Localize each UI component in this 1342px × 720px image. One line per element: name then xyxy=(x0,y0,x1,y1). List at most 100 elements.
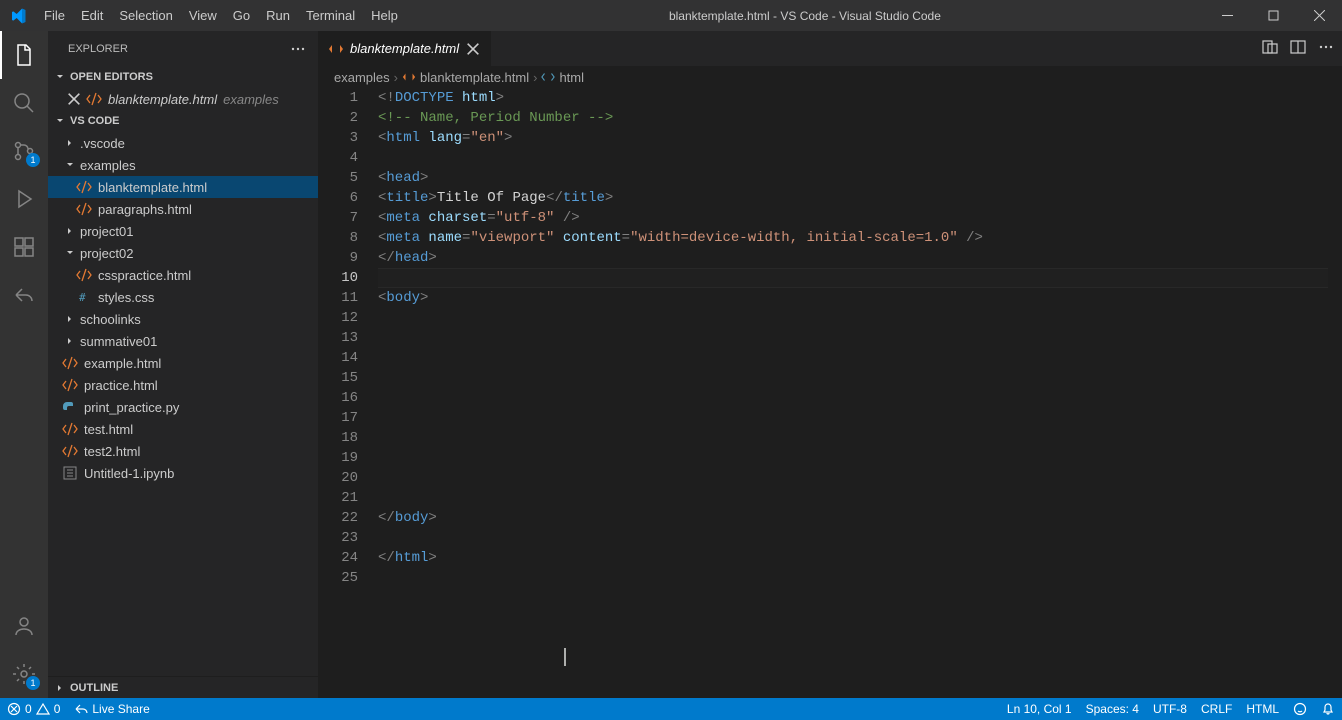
close-icon[interactable] xyxy=(66,91,82,107)
vscode-logo-icon xyxy=(10,8,26,24)
chevron-right-icon xyxy=(62,223,78,239)
folder-item[interactable]: project02 xyxy=(48,242,318,264)
status-liveshare[interactable]: Live Share xyxy=(67,698,156,720)
minimap[interactable] xyxy=(1328,88,1342,698)
folder-item[interactable]: schoolinks xyxy=(48,308,318,330)
html-file-icon xyxy=(402,70,416,84)
menu-selection[interactable]: Selection xyxy=(111,0,180,31)
breadcrumb-folder[interactable]: examples xyxy=(334,70,390,85)
html-file-icon xyxy=(76,267,92,283)
html-file-icon xyxy=(76,179,92,195)
breadcrumb-file[interactable]: blanktemplate.html xyxy=(420,70,529,85)
html-file-icon xyxy=(86,91,102,107)
status-position[interactable]: Ln 10, Col 1 xyxy=(1000,698,1079,720)
folder-item[interactable]: summative01 xyxy=(48,330,318,352)
file-item[interactable]: blanktemplate.html xyxy=(48,176,318,198)
close-button[interactable] xyxy=(1296,0,1342,31)
split-editor-icon[interactable] xyxy=(1290,39,1306,58)
status-problems[interactable]: 0 0 xyxy=(0,698,67,720)
css-file-icon: # xyxy=(76,289,92,305)
file-item[interactable]: csspractice.html xyxy=(48,264,318,286)
status-indent[interactable]: Spaces: 4 xyxy=(1079,698,1146,720)
scm-badge: 1 xyxy=(26,153,40,167)
settings-gear-icon[interactable]: 1 xyxy=(0,650,48,698)
file-item[interactable]: practice.html xyxy=(48,374,318,396)
editor-area: blanktemplate.html examples › blanktempl… xyxy=(318,31,1342,698)
status-feedback-icon[interactable] xyxy=(1286,698,1314,720)
html-file-icon xyxy=(62,355,78,371)
open-preview-icon[interactable] xyxy=(1262,39,1278,58)
outline-section[interactable]: OUTLINE xyxy=(48,676,318,698)
menu-terminal[interactable]: Terminal xyxy=(298,0,363,31)
html-file-icon xyxy=(76,201,92,217)
status-encoding[interactable]: UTF-8 xyxy=(1146,698,1194,720)
status-language[interactable]: HTML xyxy=(1239,698,1286,720)
sidebar-more-icon[interactable] xyxy=(290,41,306,57)
menu-edit[interactable]: Edit xyxy=(73,0,111,31)
status-bar: 0 0 Live Share Ln 10, Col 1 Spaces: 4 UT… xyxy=(0,698,1342,720)
chevron-down-icon xyxy=(52,113,68,129)
folder-item[interactable]: examples xyxy=(48,154,318,176)
chevron-right-icon xyxy=(62,135,78,151)
file-item[interactable]: test2.html xyxy=(48,440,318,462)
breadcrumb-symbol[interactable]: html xyxy=(559,70,584,85)
search-icon[interactable] xyxy=(0,79,48,127)
line-gutter: 1234567891011121314151617181920212223242… xyxy=(318,88,378,698)
settings-badge: 1 xyxy=(26,676,40,690)
open-editors-section[interactable]: OPEN EDITORS xyxy=(48,66,318,88)
file-item[interactable]: paragraphs.html xyxy=(48,198,318,220)
window-controls xyxy=(1204,0,1342,31)
html-file-icon xyxy=(62,421,78,437)
status-bell-icon[interactable] xyxy=(1314,698,1342,720)
chevron-right-icon xyxy=(62,333,78,349)
explorer-icon[interactable] xyxy=(0,31,48,79)
status-eol[interactable]: CRLF xyxy=(1194,698,1239,720)
menu-file[interactable]: File xyxy=(36,0,73,31)
file-tree: .vscodeexamplesblanktemplate.htmlparagra… xyxy=(48,132,318,676)
folder-item[interactable]: project01 xyxy=(48,220,318,242)
extensions-icon[interactable] xyxy=(0,223,48,271)
tab-active[interactable]: blanktemplate.html xyxy=(318,31,492,66)
title-bar: FileEditSelectionViewGoRunTerminalHelp b… xyxy=(0,0,1342,31)
file-item[interactable]: Untitled-1.ipynb xyxy=(48,462,318,484)
code-lines[interactable]: <!DOCTYPE html><!-- Name, Period Number … xyxy=(378,88,1328,698)
breadcrumbs[interactable]: examples › blanktemplate.html › html xyxy=(318,66,1342,88)
source-control-icon[interactable]: 1 xyxy=(0,127,48,175)
liveshare-icon[interactable] xyxy=(0,271,48,319)
chevron-right-icon xyxy=(52,680,68,696)
file-item[interactable]: test.html xyxy=(48,418,318,440)
file-item[interactable]: example.html xyxy=(48,352,318,374)
chevron-down-icon xyxy=(62,245,78,261)
py-file-icon xyxy=(62,399,78,415)
workspace-section[interactable]: VS CODE xyxy=(48,110,318,132)
activity-bar: 1 1 xyxy=(0,31,48,698)
html-file-icon xyxy=(62,377,78,393)
editor-more-icon[interactable] xyxy=(1318,39,1334,58)
tab-bar: blanktemplate.html xyxy=(318,31,1342,66)
nb-file-icon xyxy=(62,465,78,481)
code-editor[interactable]: 1234567891011121314151617181920212223242… xyxy=(318,88,1342,698)
accounts-icon[interactable] xyxy=(0,602,48,650)
file-item[interactable]: print_practice.py xyxy=(48,396,318,418)
html-file-icon xyxy=(328,41,344,57)
chevron-down-icon xyxy=(62,157,78,173)
maximize-button[interactable] xyxy=(1250,0,1296,31)
html-file-icon xyxy=(62,443,78,459)
tab-close-icon[interactable] xyxy=(465,41,481,57)
open-editor-item[interactable]: blanktemplate.htmlexamples xyxy=(48,88,318,110)
menu-go[interactable]: Go xyxy=(225,0,258,31)
folder-item[interactable]: .vscode xyxy=(48,132,318,154)
sidebar-title: EXPLORER xyxy=(68,43,128,55)
file-item[interactable]: #styles.css xyxy=(48,286,318,308)
window-title: blanktemplate.html - VS Code - Visual St… xyxy=(406,9,1204,23)
tab-label: blanktemplate.html xyxy=(350,41,459,56)
menu-run[interactable]: Run xyxy=(258,0,298,31)
menu-help[interactable]: Help xyxy=(363,0,406,31)
svg-text:#: # xyxy=(79,291,86,304)
menu-bar: FileEditSelectionViewGoRunTerminalHelp xyxy=(36,0,406,31)
chevron-down-icon xyxy=(52,69,68,85)
minimize-button[interactable] xyxy=(1204,0,1250,31)
symbol-icon xyxy=(541,70,555,84)
menu-view[interactable]: View xyxy=(181,0,225,31)
run-debug-icon[interactable] xyxy=(0,175,48,223)
